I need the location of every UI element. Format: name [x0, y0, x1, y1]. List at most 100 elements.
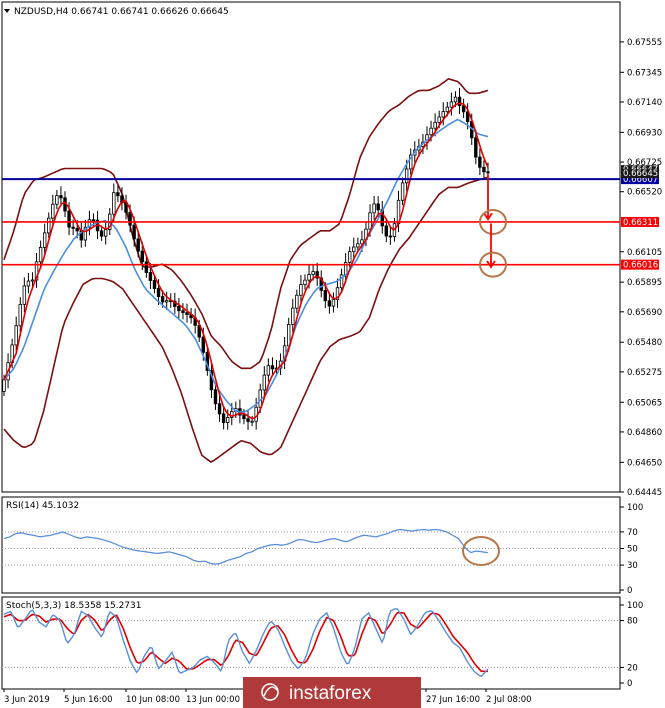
candle-body — [404, 168, 409, 184]
candle-body — [384, 225, 389, 237]
candle-body — [38, 246, 43, 263]
candle-body — [400, 182, 405, 201]
candle-body — [262, 374, 267, 391]
candle-body — [128, 211, 132, 226]
stoch-header: Stoch(5,3,3) 18.5358 15.2731 — [6, 601, 141, 611]
level-tag-label: 0.66311 — [623, 218, 658, 228]
stoch-tick-label: 80 — [627, 617, 638, 627]
candle-body — [266, 365, 271, 376]
candle-body — [250, 420, 254, 423]
stoch-tick-label: 0 — [627, 679, 632, 689]
rsi-tick-label: 0 — [627, 586, 632, 596]
candle-body — [55, 195, 59, 205]
candle-body — [144, 261, 149, 273]
candle-body — [51, 203, 55, 219]
candle-body — [311, 271, 315, 275]
candle-body — [75, 227, 79, 232]
candle-body — [156, 288, 161, 298]
price-tick-label: 0.67345 — [627, 68, 662, 78]
stoch-tick-label: 20 — [627, 663, 638, 673]
price-tick-label: 0.64650 — [627, 458, 662, 468]
candle-body — [112, 192, 116, 215]
candle-body — [177, 305, 181, 312]
price-tick-label: 0.65275 — [627, 368, 662, 378]
candle-body — [307, 274, 311, 281]
rsi-tick-label: 50 — [627, 545, 638, 555]
candle-body — [185, 312, 189, 315]
candle-body — [433, 121, 437, 129]
level-tag-label: 0.66016 — [623, 261, 658, 271]
candle-body — [99, 230, 104, 237]
candle-body — [14, 325, 18, 346]
candle-body — [225, 417, 230, 423]
watermark: instaforex — [243, 677, 421, 708]
candle-body — [449, 101, 454, 108]
candle-body — [242, 414, 246, 420]
candle-body — [327, 300, 332, 307]
price-tick-label: 0.65895 — [627, 278, 662, 288]
price-tick-label: 0.65480 — [627, 338, 662, 348]
rsi-tick-label: 30 — [627, 561, 638, 571]
candle-body — [2, 379, 6, 392]
candle-body — [376, 203, 380, 211]
trading-chart: 0.666070.663110.660160.666470.66645 0.67… — [0, 0, 665, 708]
watermark-text: instaforex — [289, 683, 372, 704]
candle-body — [486, 171, 490, 174]
candle-body — [295, 294, 299, 309]
candle-body — [152, 280, 157, 289]
candle-body — [18, 303, 22, 327]
time-tick-label: 27 Jun 16:00 — [426, 695, 480, 705]
time-tick-label: 10 Jun 08:00 — [126, 695, 180, 705]
candle-body — [181, 310, 185, 314]
price-tick-label: 0.67140 — [627, 98, 662, 108]
rsi-tick-label: 70 — [627, 528, 638, 538]
candle-body — [441, 111, 445, 118]
candle-body — [140, 250, 144, 263]
candle-body — [71, 226, 75, 229]
candle-body — [22, 285, 27, 305]
candle-body — [26, 280, 31, 287]
candle-body — [59, 195, 63, 199]
candle-body — [213, 389, 218, 405]
candle-body — [91, 219, 96, 222]
candle-body — [445, 106, 450, 113]
candle-body — [457, 96, 462, 107]
candle-body — [221, 413, 226, 423]
candle-body — [42, 232, 47, 248]
candle-body — [103, 229, 108, 237]
price-tick-label: 0.65690 — [627, 308, 662, 318]
candle-body — [67, 210, 71, 228]
candle-body — [388, 235, 393, 238]
price-tick-label: 0.66520 — [627, 188, 662, 198]
price-tick-label: 0.66930 — [627, 128, 662, 138]
time-tick-label: 13 Jun 00:00 — [186, 695, 240, 705]
price-tick-label: 0.67555 — [627, 38, 662, 48]
candle-body — [217, 403, 222, 415]
rsi-tick-label: 100 — [627, 503, 643, 513]
candle-body — [148, 272, 153, 281]
price-tick-label: 0.65065 — [627, 398, 662, 408]
price-tick-label: 0.64860 — [627, 428, 662, 438]
candle-body — [164, 300, 169, 303]
candle-body — [291, 307, 295, 325]
candle-body — [116, 192, 120, 197]
candle-body — [30, 279, 35, 282]
candle-body — [201, 336, 205, 353]
time-tick-label: 2 Jul 08:00 — [486, 695, 532, 705]
candle-body — [303, 279, 307, 285]
stoch-tick-label: 100 — [627, 601, 643, 611]
candle-body — [461, 105, 466, 113]
candle-body — [429, 127, 433, 136]
candle-body — [348, 251, 352, 263]
candle-body — [437, 116, 441, 123]
candle-body — [356, 243, 360, 248]
candle-body — [246, 418, 250, 422]
candle-body — [323, 289, 328, 302]
candle-body — [352, 246, 356, 253]
candle-body — [136, 238, 140, 252]
candle-body — [368, 212, 372, 230]
candle-body — [299, 284, 303, 296]
current-price-label: 0.66645 — [623, 169, 658, 179]
candle-body — [474, 137, 478, 158]
candle-body — [372, 203, 376, 214]
